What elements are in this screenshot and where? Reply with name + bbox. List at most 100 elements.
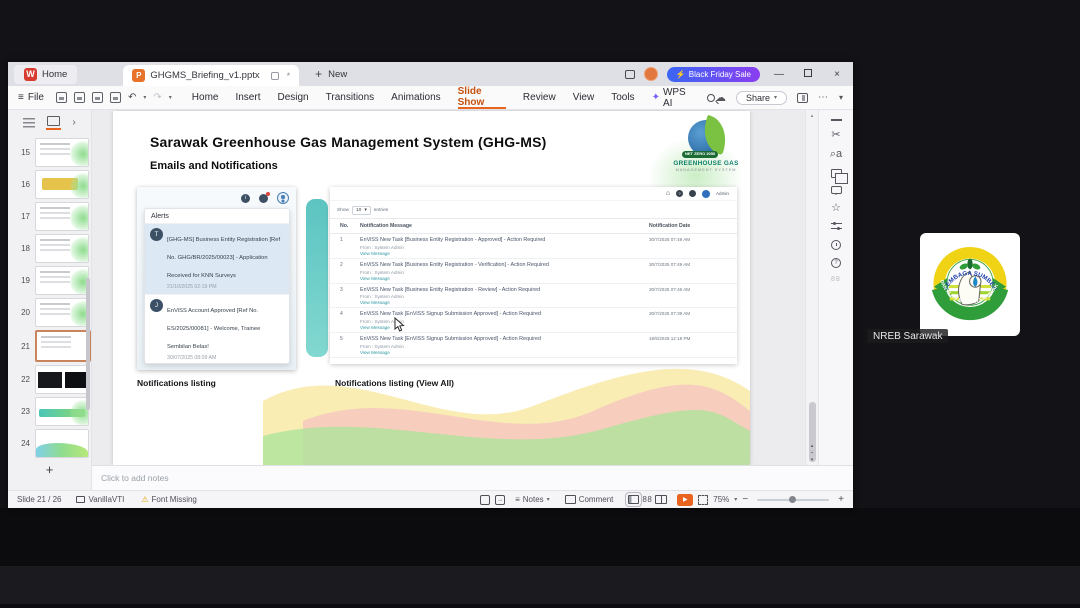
slide-22-thumbnail [35, 365, 89, 394]
thumbnail-row-22[interactable]: 22 [8, 365, 91, 394]
thumbnail-row-19[interactable]: 19 [8, 266, 91, 295]
workspace-icon[interactable] [624, 69, 635, 79]
caption-right: Notifications listing (View All) [335, 378, 455, 388]
alert-time: 30/07/2025 08:09 AM [167, 355, 217, 361]
undo-button[interactable]: ↶ [128, 92, 136, 103]
promo-button[interactable]: ⚡ Black Friday Sale [666, 66, 760, 82]
pptx-file-icon: P [132, 69, 146, 82]
thumbnail-row-18[interactable]: 18 [8, 234, 91, 263]
export-icon[interactable] [73, 92, 85, 103]
redo-button[interactable]: ↷ [153, 92, 161, 103]
close-button[interactable]: × [827, 69, 847, 80]
file-menu[interactable]: ≡ File [18, 92, 44, 103]
help-icon: ? [675, 190, 683, 197]
print-icon[interactable] [91, 92, 103, 103]
print-preview-icon[interactable] [109, 92, 121, 103]
slide-canvas[interactable]: Sarawak Greenhouse Gas Management System… [113, 111, 750, 465]
find-replace-icon[interactable]: ⌕a [830, 149, 842, 160]
notifications-table-screenshot: ⌂ ? Admin Show 10 ▾ entries No. Notifica… [330, 187, 737, 364]
browse-object-button[interactable]: ▪ [811, 450, 813, 456]
font-missing-warning[interactable]: ⚠ Font Missing [141, 495, 197, 504]
comment-button[interactable]: Comment [564, 495, 614, 504]
reading-view-button[interactable] [655, 495, 668, 504]
account-avatar[interactable] [643, 67, 658, 81]
zoom-percentage[interactable]: 75% [713, 495, 729, 504]
next-slide-button[interactable]: ▾ [811, 457, 814, 463]
zoom-slider[interactable] [757, 495, 830, 503]
slide-view-toggle[interactable] [46, 115, 62, 130]
history-clock-icon[interactable] [831, 239, 841, 250]
task-pane-icon[interactable] [796, 92, 808, 103]
thumbnail-row-24[interactable]: 24 [8, 429, 91, 458]
zoom-slider-handle[interactable] [788, 495, 796, 503]
alert-avatar: T [150, 228, 163, 241]
notes-caret-icon: ▾ [546, 497, 550, 503]
wps-logo-icon: W [24, 67, 37, 81]
slide-sorter-view-button[interactable]: 88 [642, 495, 652, 504]
panel-collapse-chevron[interactable]: › [72, 117, 75, 128]
ai-spark-icon: ✦ [651, 92, 660, 103]
outline-view-icon[interactable] [23, 117, 36, 128]
comment-pane-icon[interactable] [830, 186, 842, 195]
tab-slide-show[interactable]: Slide Show [457, 86, 506, 109]
tab-home-menu[interactable]: Home [192, 86, 219, 109]
thumbnail-row-21-selected[interactable]: 21 [8, 330, 91, 362]
tab-tools[interactable]: Tools [611, 86, 634, 109]
minimize-button[interactable]: — [769, 69, 789, 80]
home-tab[interactable]: W Home [14, 64, 78, 84]
theme-label: VanillaVTI [88, 495, 125, 504]
fullscreen-icon[interactable] [698, 494, 709, 505]
tab-view[interactable]: View [573, 86, 595, 109]
canvas-scrollbar[interactable]: ▴ ▴ ▪ ▾ [805, 110, 818, 465]
bell-icon [688, 190, 696, 197]
undo-caret-icon[interactable]: ▾ [143, 94, 146, 101]
globe-leaf-icon: NET ZERO 2050 [682, 120, 724, 158]
comment-label: Comment [578, 495, 614, 504]
thumbnail-row-15[interactable]: 15 [8, 138, 91, 167]
zoom-out-button[interactable]: − [742, 494, 748, 505]
slideshow-play-button[interactable]: ▶ [677, 493, 694, 506]
normal-view-button[interactable] [625, 492, 643, 507]
new-tab-button[interactable]: + New [315, 67, 347, 81]
tab-insert[interactable]: Insert [235, 86, 260, 109]
save-icon[interactable] [55, 92, 67, 103]
tab-design[interactable]: Design [277, 86, 308, 109]
notes-area[interactable]: Click to add notes [92, 465, 853, 490]
apps-grid-icon[interactable]: 88 [831, 276, 841, 287]
tab-animations[interactable]: Animations [391, 86, 440, 109]
thumbnail-row-16[interactable]: 16 [8, 170, 91, 199]
thumbnail-row-17[interactable]: 17 [8, 202, 91, 231]
notes-toggle[interactable]: ≡ Notes ▾ [515, 495, 550, 504]
share-label: Share [745, 92, 770, 103]
share-button[interactable]: Share ▾ [735, 90, 787, 105]
scroll-up-icon[interactable]: ▴ [806, 113, 818, 119]
style-tools-icon[interactable]: ✂ [831, 129, 840, 141]
previous-slide-button[interactable]: ▴ [811, 443, 814, 449]
document-tab[interactable]: P GHGMS_Briefing_v1.pptx * [123, 65, 300, 86]
more-options-icon[interactable]: ⋯ [818, 92, 829, 103]
tab-wps-ai[interactable]: ✦ WPS AI [652, 86, 693, 109]
thumbnail-scrollbar[interactable] [86, 278, 90, 410]
slide-16-thumbnail [35, 170, 89, 199]
add-slide-button[interactable]: + [8, 462, 91, 477]
pane-minimize-icon[interactable] [830, 119, 842, 121]
participant-video-tile[interactable]: LEMBAGA SUMBER ASLI DAN ALAM SEKITAR SAR… [920, 233, 1020, 336]
settings-sliders-icon[interactable] [830, 222, 842, 231]
theme-indicator[interactable]: VanillaVTI [76, 495, 124, 504]
help-icon[interactable]: ? [831, 258, 841, 268]
thumbnail-row-20[interactable]: 20 [8, 298, 91, 327]
favorites-star-icon[interactable]: ☆ [831, 202, 841, 214]
slide-thumbnail-panel: › 15 16 17 18 19 20 21 22 23 24 + [8, 110, 92, 490]
collapse-ribbon-icon[interactable]: ▾ [839, 93, 843, 102]
tab-review[interactable]: Review [523, 86, 556, 109]
tab-transitions[interactable]: Transitions [326, 86, 375, 109]
maximize-button[interactable] [798, 68, 818, 80]
object-layers-icon[interactable] [830, 168, 848, 184]
rehearse-timer-icon[interactable] [480, 494, 491, 505]
from-current-slide-icon[interactable] [495, 494, 506, 505]
thumbnail-row-23[interactable]: 23 [8, 397, 91, 426]
zoom-in-button[interactable]: + [838, 494, 844, 505]
zoom-caret-icon[interactable]: ▾ [734, 496, 737, 503]
search-icon[interactable] [707, 93, 715, 102]
toolbar-more-chevron[interactable]: ▾ [169, 94, 172, 101]
